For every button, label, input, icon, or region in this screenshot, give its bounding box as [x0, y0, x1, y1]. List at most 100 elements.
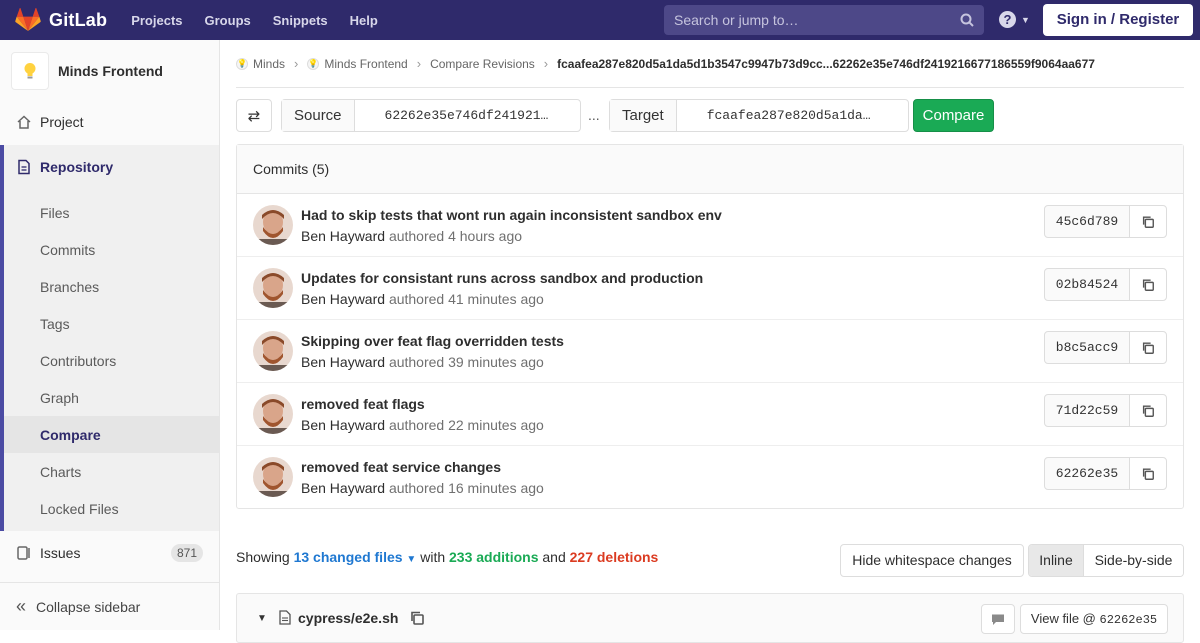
- breadcrumb-minds[interactable]: Minds: [253, 57, 285, 71]
- sidebar-repository-section: Repository Files Commits Branches Tags C…: [0, 145, 219, 531]
- commit-title[interactable]: removed feat flags: [301, 396, 425, 412]
- view-file-sha: 62262e35: [1099, 613, 1158, 627]
- author-avatar[interactable]: [253, 394, 293, 434]
- side-by-side-view-button[interactable]: Side-by-side: [1084, 545, 1183, 576]
- inline-view-button[interactable]: Inline: [1029, 545, 1084, 576]
- compare-button[interactable]: Compare: [913, 99, 994, 132]
- commit-sha-button[interactable]: 02b84524: [1045, 269, 1130, 300]
- commit-author[interactable]: Ben Hayward: [301, 291, 385, 307]
- sidebar-subitem-tags[interactable]: Tags: [4, 305, 219, 342]
- author-avatar[interactable]: [253, 205, 293, 245]
- commit-meta: Ben Hayward authored 41 minutes ago: [301, 291, 544, 307]
- commit-author[interactable]: Ben Hayward: [301, 228, 385, 244]
- gitlab-logo-icon: [15, 8, 41, 31]
- sidebar-subitem-commits[interactable]: Commits: [4, 231, 219, 268]
- sidebar-subitem-contributors[interactable]: Contributors: [4, 342, 219, 379]
- commit-title[interactable]: Updates for consistant runs across sandb…: [301, 270, 703, 286]
- sidebar-subitem-locked-files[interactable]: Locked Files: [4, 490, 219, 527]
- collapse-sidebar-button[interactable]: « Collapse sidebar: [0, 582, 219, 630]
- file-icon: [279, 610, 291, 625]
- nav-projects[interactable]: Projects: [131, 13, 182, 28]
- collapse-file-caret-icon[interactable]: ▼: [257, 613, 267, 624]
- avatar-image-icon: [253, 205, 293, 245]
- hide-whitespace-button[interactable]: Hide whitespace changes: [840, 544, 1024, 577]
- changed-files-dropdown[interactable]: 13 changed files ▼: [294, 549, 417, 565]
- project-name: Minds Frontend: [58, 63, 163, 79]
- copy-sha-button[interactable]: [1130, 332, 1166, 363]
- diff-view-toggle: Inline Side-by-side: [1028, 544, 1184, 577]
- copy-sha-button[interactable]: [1130, 395, 1166, 426]
- author-avatar[interactable]: [253, 331, 293, 371]
- copy-icon: [1142, 341, 1154, 354]
- nav-help[interactable]: Help: [350, 13, 378, 28]
- commit-author[interactable]: Ben Hayward: [301, 480, 385, 496]
- commit-meta: Ben Hayward authored 39 minutes ago: [301, 354, 544, 370]
- avatar-image-icon: [253, 394, 293, 434]
- target-ref-dropdown[interactable]: Target fcaafea287e820d5a1da…: [609, 99, 909, 132]
- sign-in-button[interactable]: Sign in / Register: [1043, 4, 1193, 36]
- commit-author[interactable]: Ben Hayward: [301, 417, 385, 433]
- swap-revisions-button[interactable]: ⇄: [236, 99, 272, 132]
- help-dropdown[interactable]: ? ▼: [999, 11, 1030, 28]
- commit-time: authored 39 minutes ago: [388, 354, 544, 370]
- copy-icon: [1142, 215, 1154, 228]
- source-ref-dropdown[interactable]: Source 62262e35e746df241921…: [281, 99, 581, 132]
- sidebar-subitem-branches[interactable]: Branches: [4, 268, 219, 305]
- commit-row: Had to skip tests that wont run again in…: [237, 194, 1183, 257]
- commit-meta: Ben Hayward authored 16 minutes ago: [301, 480, 544, 496]
- project-sidebar: Minds Frontend Project Repository Files …: [0, 40, 220, 630]
- commit-sha-button[interactable]: b8c5acc9: [1045, 332, 1130, 363]
- sidebar-item-label: Project: [40, 114, 84, 130]
- author-avatar[interactable]: [253, 457, 293, 497]
- sidebar-item-issues[interactable]: Issues 871: [0, 533, 219, 573]
- commit-sha-button[interactable]: 45c6d789: [1045, 206, 1130, 237]
- commit-row: removed feat flags Ben Hayward authored 2…: [237, 383, 1183, 446]
- commit-sha-button[interactable]: 62262e35: [1045, 458, 1130, 489]
- gitlab-home-link[interactable]: GitLab: [15, 0, 107, 40]
- commit-author[interactable]: Ben Hayward: [301, 354, 385, 370]
- sidebar-item-repository[interactable]: Repository: [16, 159, 113, 175]
- commit-title[interactable]: removed feat service changes: [301, 459, 501, 475]
- sidebar-subitem-compare[interactable]: Compare: [4, 416, 219, 453]
- chevron-right-icon: ›: [543, 56, 549, 71]
- sidebar-subitem-charts[interactable]: Charts: [4, 453, 219, 490]
- copy-sha-button[interactable]: [1130, 269, 1166, 300]
- issues-count-badge: 871: [170, 544, 203, 562]
- avatar-image-icon: [253, 331, 293, 371]
- commit-sha-button[interactable]: 71d22c59: [1045, 395, 1130, 426]
- source-label: Source: [282, 100, 355, 131]
- issues-icon: [17, 546, 30, 560]
- sidebar-item-project[interactable]: Project: [0, 102, 219, 142]
- commits-list: Commits (5) Had to skip tests that wont …: [236, 144, 1184, 509]
- sidebar-subitem-graph[interactable]: Graph: [4, 379, 219, 416]
- search-input[interactable]: [664, 12, 944, 28]
- commit-title[interactable]: Had to skip tests that wont run again in…: [301, 207, 722, 223]
- sidebar-subitem-files[interactable]: Files: [4, 194, 219, 231]
- copy-icon[interactable]: [409, 610, 425, 626]
- nav-snippets[interactable]: Snippets: [273, 13, 328, 28]
- breadcrumb-minds-frontend[interactable]: Minds Frontend: [324, 57, 407, 71]
- commit-time: authored 4 hours ago: [388, 228, 523, 244]
- sidebar-project-header[interactable]: Minds Frontend: [0, 40, 219, 102]
- sidebar-item-label: Repository: [40, 159, 114, 175]
- diff-file-name[interactable]: cypress/e2e.sh: [298, 610, 398, 626]
- collapse-sidebar-label: Collapse sidebar: [36, 598, 141, 615]
- commit-title[interactable]: Skipping over feat flag overridden tests: [301, 333, 564, 349]
- top-navbar: GitLab Projects Groups Snippets Help ? ▼…: [0, 0, 1200, 40]
- project-avatar-icon: 💡: [307, 57, 320, 70]
- additions-count: 233 additions: [449, 549, 539, 565]
- copy-sha-button[interactable]: [1130, 458, 1166, 489]
- commit-meta: Ben Hayward authored 22 minutes ago: [301, 417, 544, 433]
- showing-label: Showing: [236, 549, 290, 565]
- commit-meta: Ben Hayward authored 4 hours ago: [301, 228, 522, 244]
- gitlab-brand-name: GitLab: [49, 9, 108, 30]
- nav-groups[interactable]: Groups: [205, 13, 251, 28]
- search-icon: [960, 13, 974, 27]
- author-avatar[interactable]: [253, 268, 293, 308]
- commit-sha-group: 71d22c59: [1044, 394, 1167, 427]
- with-label: with: [420, 549, 446, 565]
- breadcrumb-current-range[interactable]: fcaafea287e820d5a1da5d1b3547c9947b73d9cc…: [557, 57, 1095, 71]
- copy-sha-button[interactable]: [1130, 206, 1166, 237]
- breadcrumb-compare-revisions[interactable]: Compare Revisions: [430, 57, 535, 71]
- copy-icon: [1142, 278, 1154, 291]
